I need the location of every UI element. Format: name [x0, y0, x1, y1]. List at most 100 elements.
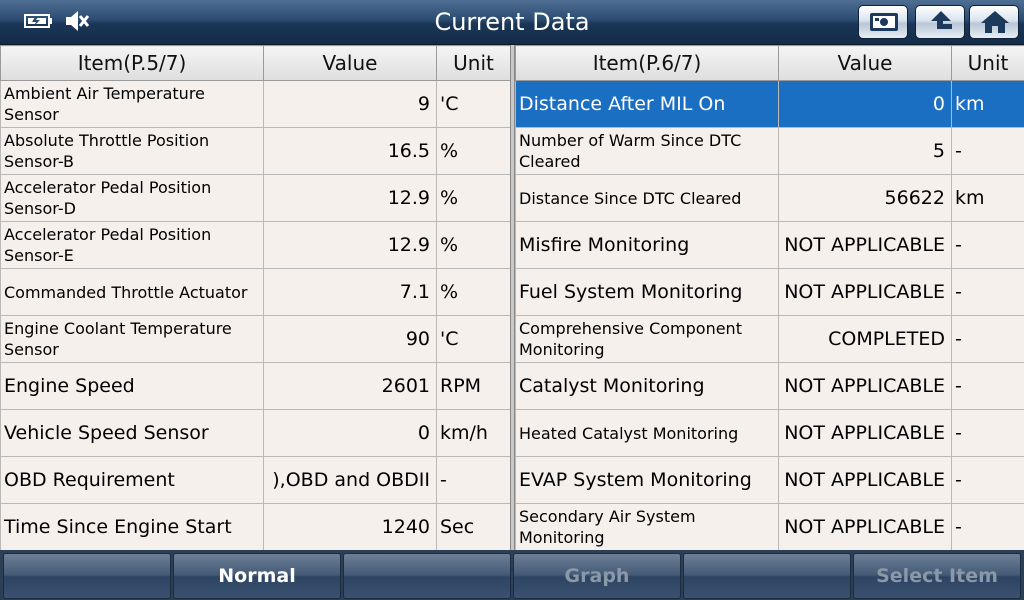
table-row[interactable]: Distance Since DTC Cleared 56622 km [515, 174, 1024, 222]
value-cell: 0 [778, 80, 952, 128]
table-row[interactable]: Number of Warm Since DTC Cleared 5 - [515, 127, 1024, 175]
value-cell: 5 [778, 127, 952, 175]
unit-cell: - [951, 315, 1024, 363]
unit-cell: RPM [436, 362, 511, 410]
item-cell: Secondary Air System Monitoring [515, 503, 779, 551]
table-row[interactable]: Accelerator Pedal Position Sensor-D 12.9… [0, 174, 511, 222]
table-header-row: Item(P.5/7) Value Unit [0, 45, 511, 81]
value-column-header: Value [778, 45, 952, 81]
table-row[interactable]: Catalyst Monitoring NOT APPLICABLE - [515, 362, 1024, 410]
value-cell: NOT APPLICABLE [778, 456, 952, 504]
table-row[interactable]: Time Since Engine Start 1240 Sec [0, 503, 511, 551]
left-data-panel[interactable]: Item(P.5/7) Value Unit Ambient Air Tempe… [0, 45, 511, 551]
back-button[interactable] [915, 5, 965, 39]
table-row[interactable]: Engine Speed 2601 RPM [0, 362, 511, 410]
unit-column-header: Unit [436, 45, 511, 81]
unit-cell: - [951, 409, 1024, 457]
graph-button[interactable]: Graph [513, 553, 681, 599]
toolbar-button-1[interactable] [3, 553, 171, 599]
unit-cell: - [951, 456, 1024, 504]
value-cell: NOT APPLICABLE [778, 268, 952, 316]
table-row-selected[interactable]: Distance After MIL On 0 km [515, 80, 1024, 128]
value-cell: NOT APPLICABLE [778, 221, 952, 269]
item-cell: Commanded Throttle Actuator [0, 268, 264, 316]
item-cell: Engine Speed [0, 362, 264, 410]
record-icon [870, 13, 898, 31]
unit-cell: km/h [436, 409, 511, 457]
item-cell: Fuel System Monitoring [515, 268, 779, 316]
value-cell: 12.9 [263, 221, 437, 269]
value-cell: NOT APPLICABLE [778, 362, 952, 410]
table-row[interactable]: Heated Catalyst Monitoring NOT APPLICABL… [515, 409, 1024, 457]
home-button[interactable] [969, 5, 1019, 39]
value-cell: 1240 [263, 503, 437, 551]
item-cell: Heated Catalyst Monitoring [515, 409, 779, 457]
unit-cell: % [436, 268, 511, 316]
table-header-row: Item(P.6/7) Value Unit [515, 45, 1024, 81]
left-data-table: Item(P.5/7) Value Unit Ambient Air Tempe… [0, 45, 511, 551]
item-cell: Accelerator Pedal Position Sensor-E [0, 221, 264, 269]
table-row[interactable]: Secondary Air System Monitoring NOT APPL… [515, 503, 1024, 551]
value-cell: 12.9 [263, 174, 437, 222]
unit-cell: - [951, 127, 1024, 175]
item-cell: Distance Since DTC Cleared [515, 174, 779, 222]
value-cell: NOT APPLICABLE [778, 503, 952, 551]
table-row[interactable]: Misfire Monitoring NOT APPLICABLE - [515, 221, 1024, 269]
item-cell: Engine Coolant Temperature Sensor [0, 315, 264, 363]
current-data-screen: Current Data Item(P.5/7) Value Unit Ambi… [0, 0, 1024, 600]
value-cell: 90 [263, 315, 437, 363]
right-data-panel[interactable]: Item(P.6/7) Value Unit Distance After MI… [515, 45, 1024, 551]
table-row[interactable]: Vehicle Speed Sensor 0 km/h [0, 409, 511, 457]
unit-cell: - [951, 503, 1024, 551]
table-row[interactable]: Accelerator Pedal Position Sensor-E 12.9… [0, 221, 511, 269]
bottom-toolbar: Normal Graph Select Item [0, 550, 1024, 600]
unit-cell: % [436, 174, 511, 222]
value-column-header: Value [263, 45, 437, 81]
item-cell: EVAP System Monitoring [515, 456, 779, 504]
unit-cell: - [951, 221, 1024, 269]
unit-cell: Sec [436, 503, 511, 551]
right-data-table: Item(P.6/7) Value Unit Distance After MI… [515, 45, 1024, 551]
item-cell: Number of Warm Since DTC Cleared [515, 127, 779, 175]
table-row[interactable]: Fuel System Monitoring NOT APPLICABLE - [515, 268, 1024, 316]
item-cell: Absolute Throttle Position Sensor-B [0, 127, 264, 175]
item-cell: Distance After MIL On [515, 80, 779, 128]
normal-button[interactable]: Normal [173, 553, 341, 599]
record-button[interactable] [858, 5, 908, 39]
table-row[interactable]: Absolute Throttle Position Sensor-B 16.5… [0, 127, 511, 175]
unit-cell: - [436, 456, 511, 504]
home-icon [981, 11, 1009, 33]
unit-cell: % [436, 221, 511, 269]
value-cell: COMPLETED [778, 315, 952, 363]
table-row[interactable]: Engine Coolant Temperature Sensor 90 'C [0, 315, 511, 363]
value-cell: ),OBD and OBDII [263, 456, 437, 504]
value-cell: 16.5 [263, 127, 437, 175]
unit-cell: 'C [436, 80, 511, 128]
back-icon [931, 11, 952, 29]
table-row[interactable]: Comprehensive Component Monitoring COMPL… [515, 315, 1024, 363]
table-row[interactable]: Ambient Air Temperature Sensor 9 'C [0, 80, 511, 128]
select-item-button[interactable]: Select Item [853, 553, 1021, 599]
item-cell: Vehicle Speed Sensor [0, 409, 264, 457]
item-cell: Time Since Engine Start [0, 503, 264, 551]
value-cell: 56622 [778, 174, 952, 222]
value-cell: NOT APPLICABLE [778, 409, 952, 457]
unit-cell: 'C [436, 315, 511, 363]
unit-cell: km [951, 80, 1024, 128]
item-cell: Comprehensive Component Monitoring [515, 315, 779, 363]
item-cell: Accelerator Pedal Position Sensor-D [0, 174, 264, 222]
unit-cell: - [951, 268, 1024, 316]
toolbar-button-3[interactable] [343, 553, 511, 599]
title-bar: Current Data [0, 0, 1024, 45]
value-cell: 7.1 [263, 268, 437, 316]
table-row[interactable]: EVAP System Monitoring NOT APPLICABLE - [515, 456, 1024, 504]
value-cell: 9 [263, 80, 437, 128]
item-cell: OBD Requirement [0, 456, 264, 504]
item-cell: Catalyst Monitoring [515, 362, 779, 410]
value-cell: 0 [263, 409, 437, 457]
table-row[interactable]: OBD Requirement ),OBD and OBDII - [0, 456, 511, 504]
unit-cell: km [951, 174, 1024, 222]
toolbar-button-5[interactable] [683, 553, 851, 599]
table-row[interactable]: Commanded Throttle Actuator 7.1 % [0, 268, 511, 316]
unit-column-header: Unit [951, 45, 1024, 81]
